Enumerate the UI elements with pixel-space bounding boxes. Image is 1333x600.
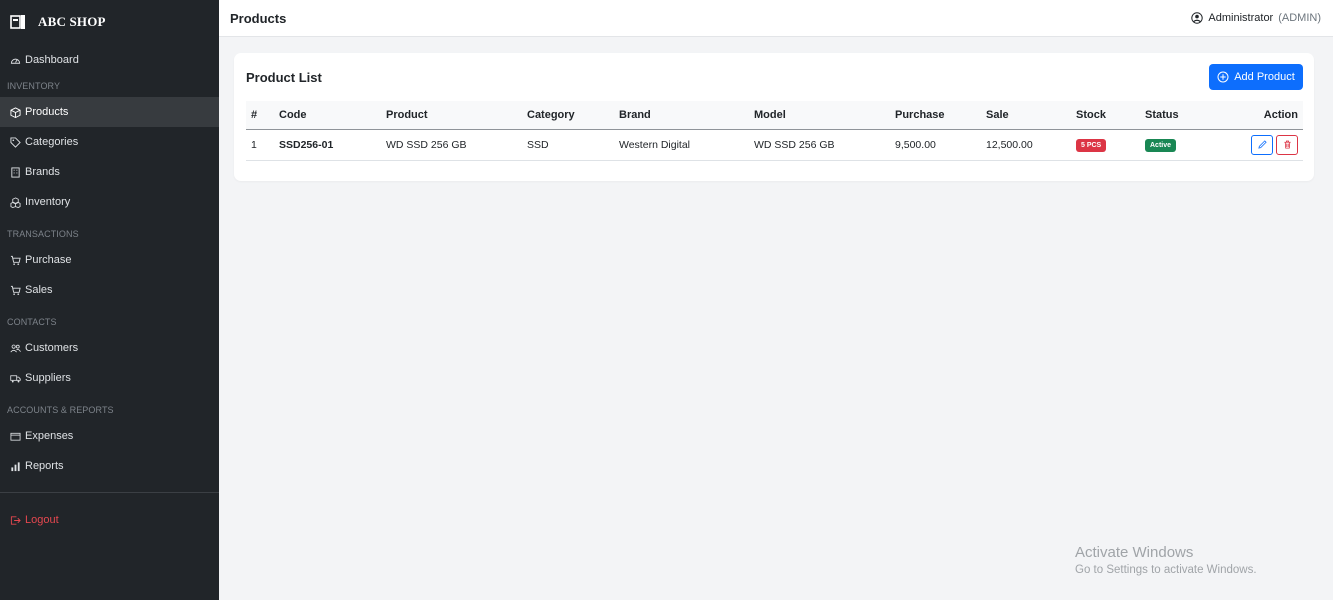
- sidebar-item-products[interactable]: Products: [0, 97, 219, 127]
- sidebar-item-label: Expenses: [25, 430, 74, 442]
- status-badge: Active: [1145, 138, 1177, 152]
- sidebar-item-expenses[interactable]: Expenses: [0, 421, 219, 451]
- sidebar-section-inventory: INVENTORY: [7, 81, 61, 91]
- table-header-row: # Code Product Category Brand Model Purc…: [246, 101, 1303, 130]
- sidebar-item-label: Logout: [25, 514, 59, 526]
- sidebar-section-transactions: TRANSACTIONS: [7, 229, 79, 239]
- plus-circle-icon: [1217, 71, 1229, 83]
- people-icon: [10, 344, 21, 352]
- sidebar-item-label: Brands: [25, 166, 60, 178]
- logout-icon: [10, 515, 21, 525]
- sidebar-item-brands[interactable]: Brands: [0, 157, 219, 187]
- column-header: Status: [1140, 101, 1234, 130]
- user-menu[interactable]: Administrator (ADMIN): [1191, 12, 1321, 24]
- add-product-label: Add Product: [1234, 71, 1295, 83]
- row-number: 1: [246, 129, 274, 161]
- column-header: Sale: [981, 101, 1071, 130]
- sidebar-item-categories[interactable]: Categories: [0, 127, 219, 157]
- column-header: #: [246, 101, 274, 130]
- sidebar-item-purchase[interactable]: Purchase: [0, 245, 219, 275]
- sidebar-item-label: Sales: [25, 284, 53, 296]
- stock-badge: 5 PCS: [1076, 138, 1107, 152]
- card-title: Product List: [246, 69, 322, 85]
- purchase-price: 9,500.00: [890, 129, 981, 161]
- product-category: SSD: [522, 129, 614, 161]
- brand-name: ABC SHOP: [38, 14, 106, 29]
- sidebar-item-dashboard[interactable]: Dashboard: [0, 45, 219, 75]
- product-name: WD SSD 256 GB: [381, 129, 522, 161]
- brand[interactable]: ABC SHOP: [0, 0, 219, 44]
- column-header: Code: [274, 101, 381, 130]
- sidebar-item-label: Categories: [25, 136, 79, 148]
- sidebar-section-contacts: CONTACTS: [7, 317, 57, 327]
- sale-price: 12,500.00: [981, 129, 1071, 161]
- sidebar-item-label: Suppliers: [25, 372, 71, 384]
- status-cell: Active: [1140, 129, 1234, 161]
- cart-icon: [10, 255, 21, 265]
- sidebar-item-label: Purchase: [25, 254, 72, 266]
- bar-chart-icon: [11, 461, 20, 471]
- shop-logo-icon: [10, 15, 25, 29]
- sidebar-section-accounts: ACCOUNTS & REPORTS: [7, 405, 114, 415]
- windows-activation-watermark: Activate Windows Go to Settings to activ…: [1075, 544, 1257, 576]
- stock-cell: 5 PCS: [1071, 129, 1140, 161]
- sidebar-item-label: Customers: [25, 342, 79, 354]
- column-header: Category: [522, 101, 614, 130]
- page-title: Products: [230, 10, 287, 26]
- user-name: Administrator: [1208, 12, 1274, 24]
- product-list-card: Product List Add Product # Code Product …: [234, 53, 1314, 181]
- tags-icon: [10, 136, 21, 148]
- product-table: # Code Product Category Brand Model Purc…: [246, 101, 1303, 161]
- pencil-icon: [1257, 140, 1267, 149]
- sidebar-item-label: Inventory: [25, 196, 71, 208]
- column-header: Purchase: [890, 101, 981, 130]
- boxes-icon: [10, 196, 21, 208]
- user-role: (ADMIN): [1278, 12, 1321, 24]
- cart-check-icon: [10, 285, 21, 295]
- topbar: Products Administrator (ADMIN): [219, 0, 1333, 37]
- product-model: WD SSD 256 GB: [749, 129, 890, 161]
- watermark-title: Activate Windows: [1075, 544, 1194, 561]
- box-icon: [10, 106, 21, 118]
- column-header: Model: [749, 101, 890, 130]
- sidebar: ABC SHOP Dashboard INVENTORY Products Ca…: [0, 0, 219, 600]
- trash-icon: [1283, 140, 1291, 149]
- product-brand: Western Digital: [614, 129, 749, 161]
- row-actions: [1239, 134, 1298, 155]
- column-header: Brand: [614, 101, 749, 130]
- delete-button[interactable]: [1276, 134, 1298, 155]
- speedometer-icon: [10, 58, 21, 64]
- sidebar-item-label: Products: [25, 106, 69, 118]
- building-icon: [11, 166, 20, 178]
- product-code: SSD256-01: [274, 129, 381, 161]
- wallet-icon: [10, 432, 21, 441]
- card-header: Product List Add Product: [246, 64, 1303, 90]
- add-product-button[interactable]: Add Product: [1209, 64, 1303, 90]
- truck-icon: [10, 374, 21, 382]
- sidebar-item-label: Dashboard: [25, 54, 79, 66]
- watermark-subtitle: Go to Settings to activate Windows.: [1075, 564, 1257, 576]
- sidebar-item-logout[interactable]: Logout: [0, 505, 219, 535]
- sidebar-item-label: Reports: [25, 460, 64, 472]
- sidebar-item-suppliers[interactable]: Suppliers: [0, 363, 219, 393]
- user-circle-icon: [1191, 12, 1204, 24]
- column-header: Action: [1234, 101, 1303, 130]
- sidebar-divider: [0, 492, 219, 493]
- sidebar-item-reports[interactable]: Reports: [0, 451, 219, 481]
- action-cell: [1234, 129, 1303, 161]
- sidebar-item-inventory[interactable]: Inventory: [0, 187, 219, 217]
- sidebar-item-sales[interactable]: Sales: [0, 275, 219, 305]
- edit-button[interactable]: [1251, 134, 1273, 155]
- table-row: 1 SSD256-01 WD SSD 256 GB SSD Western Di…: [246, 129, 1303, 161]
- column-header: Product: [381, 101, 522, 130]
- sidebar-item-customers[interactable]: Customers: [0, 333, 219, 363]
- column-header: Stock: [1071, 101, 1140, 130]
